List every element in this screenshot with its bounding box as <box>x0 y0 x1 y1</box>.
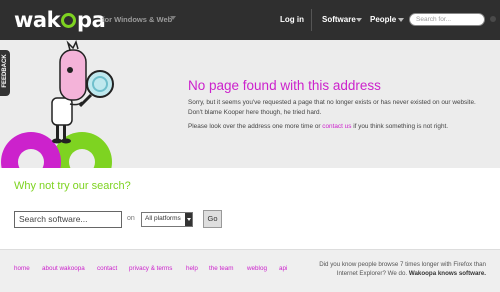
error-help-text: Please look over the address one more ti… <box>188 123 449 130</box>
wakoopa-logo[interactable]: wak pa <box>14 8 106 32</box>
nav-software[interactable]: Software <box>322 15 356 24</box>
header-search-input[interactable]: Search for... <box>409 13 485 26</box>
feedback-label: FEEDBACK <box>2 54 8 88</box>
login-link[interactable]: Log in <box>280 15 304 24</box>
footer-promo: Did you know people browse 7 times longe… <box>319 261 486 277</box>
on-label: on <box>127 215 135 222</box>
logo-o-icon <box>61 13 77 28</box>
search-submit-icon[interactable] <box>490 16 496 22</box>
footer-link-weblog[interactable]: weblog <box>247 265 267 272</box>
chevron-down-icon[interactable] <box>398 18 404 22</box>
contact-us-link[interactable]: contact us <box>322 123 351 130</box>
footer-link-team[interactable]: the team <box>209 265 234 272</box>
software-search-input[interactable]: Search software... <box>14 211 122 228</box>
footer-link-about[interactable]: about wakoopa <box>42 265 85 272</box>
mascot-illustration <box>1 40 114 168</box>
chevron-down-icon[interactable] <box>356 18 362 22</box>
footer-link-contact[interactable]: contact <box>97 265 117 272</box>
nav-divider <box>311 9 312 31</box>
logo-text: wak pa <box>14 8 106 32</box>
search-section-title: Why not try our search? <box>14 180 131 192</box>
promo-highlight: Wakoopa knows software. <box>408 270 486 277</box>
error-description: Sorry, but it seems you've requested a p… <box>188 99 476 116</box>
footer-link-help[interactable]: help <box>186 265 198 272</box>
footer-link-home[interactable]: home <box>14 265 30 272</box>
footer-link-privacy[interactable]: privacy & terms <box>129 265 172 272</box>
error-title: No page found with this address <box>188 78 381 93</box>
dropdown-arrow-icon[interactable] <box>185 213 192 226</box>
nav-people[interactable]: People <box>370 15 396 24</box>
go-button[interactable]: Go <box>203 210 222 228</box>
chevron-down-icon[interactable] <box>170 16 176 20</box>
feedback-tab[interactable]: FEEDBACK <box>0 50 10 96</box>
footer-link-api[interactable]: api <box>279 265 287 272</box>
platform-tagline[interactable]: for Windows & Web <box>102 15 172 24</box>
